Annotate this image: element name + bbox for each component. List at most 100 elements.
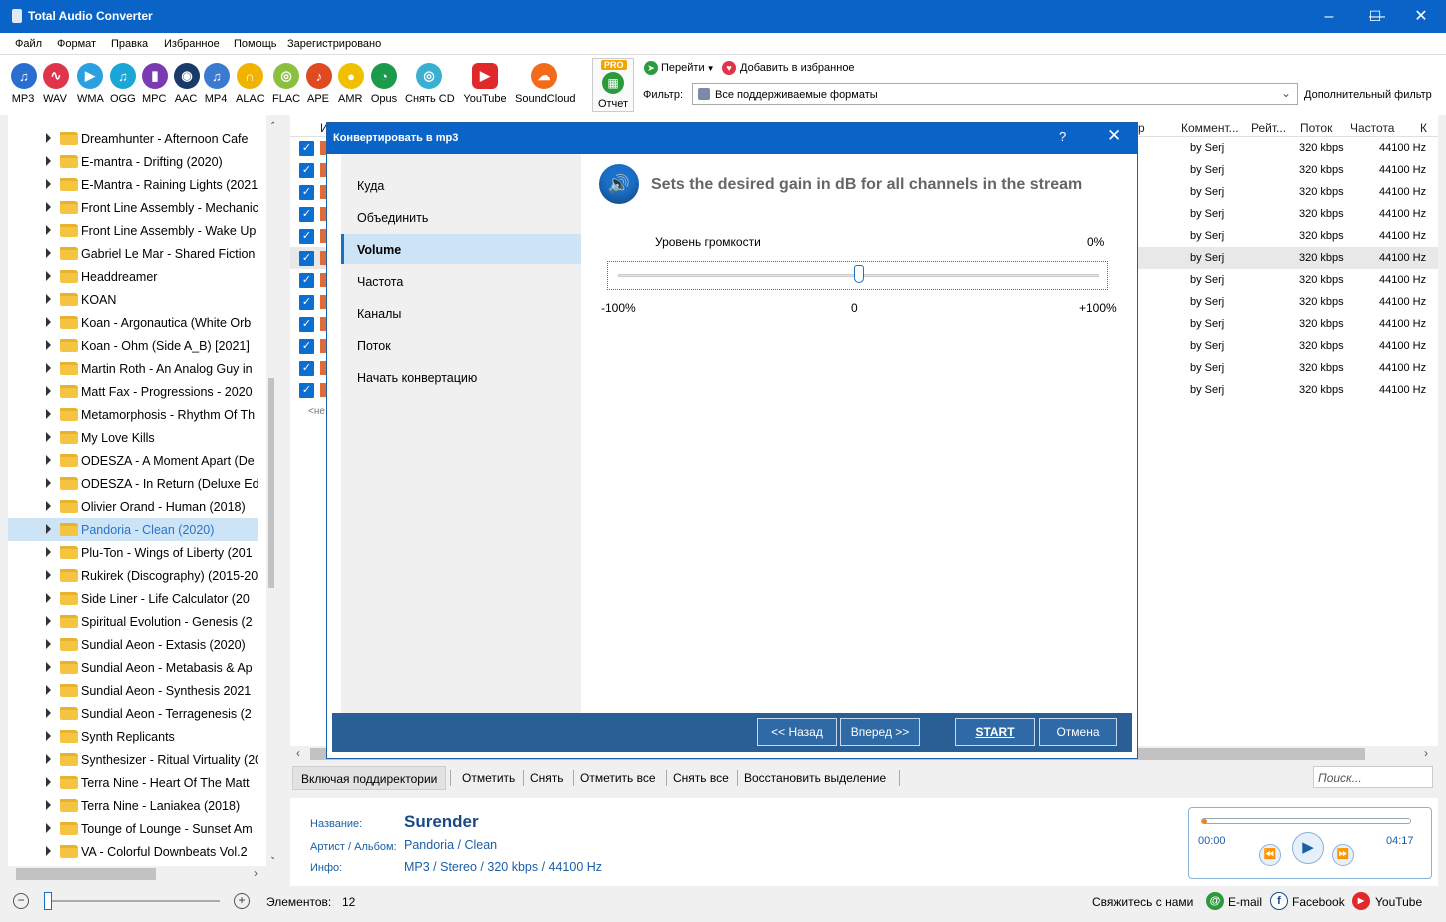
expand-arrow-icon[interactable] — [46, 662, 51, 672]
nav-volume[interactable]: Volume — [341, 234, 581, 264]
tree-item[interactable]: Tounge of Lounge - Sunset Am — [8, 817, 258, 840]
file-checkbox[interactable]: ✓ — [299, 251, 314, 266]
tree-item[interactable]: Front Line Assembly - Wake Up — [8, 219, 258, 242]
scroll-right-icon[interactable]: › — [254, 866, 258, 880]
scroll-up-icon[interactable]: ⌃ — [269, 121, 274, 132]
col-p[interactable]: р — [1138, 121, 1145, 135]
menu-file[interactable]: Файл — [15, 38, 42, 50]
expand-arrow-icon[interactable] — [46, 547, 51, 557]
expand-arrow-icon[interactable] — [46, 248, 51, 258]
nav-combine[interactable]: Объединить — [341, 202, 581, 232]
format-button-4[interactable]: ▮ MPC — [142, 63, 168, 105]
tree-item[interactable]: Pandoria - Clean (2020) — [8, 518, 258, 541]
close-window-button[interactable]: ✕ — [1398, 0, 1444, 33]
add-favorite-button[interactable]: ♥ Добавить в избранное — [722, 61, 855, 75]
tree-item[interactable]: Synthesizer - Ritual Virtuality (20 — [8, 748, 258, 771]
play-button[interactable]: ▶ — [1292, 832, 1324, 864]
email-icon[interactable]: @ — [1206, 892, 1224, 910]
tree-item[interactable]: Koan - Ohm (Side A_B) [2021] — [8, 334, 258, 357]
menu-help[interactable]: Помощь — [234, 38, 277, 50]
search-input[interactable]: Поиск... — [1313, 766, 1433, 788]
col-bitrate[interactable]: Поток — [1300, 121, 1332, 135]
expand-arrow-icon[interactable] — [46, 179, 51, 189]
file-checkbox[interactable]: ✓ — [299, 229, 314, 244]
tree-vertical-scrollbar[interactable]: ⌃ ⌄ — [266, 115, 274, 866]
seek-position[interactable] — [1202, 819, 1207, 824]
tree-item[interactable]: Terra Nine - Heart Of The Matt — [8, 771, 258, 794]
expand-arrow-icon[interactable] — [46, 777, 51, 787]
scroll-left-icon[interactable]: ‹ — [296, 746, 300, 760]
tree-item[interactable]: Terra Nine - Laniakea (2018) — [8, 794, 258, 817]
format-button-11[interactable]: ◔ Opus — [370, 63, 398, 105]
file-checkbox[interactable]: ✓ — [299, 185, 314, 200]
goto-button[interactable]: ➤ Перейти ▼ — [644, 61, 715, 75]
file-checkbox[interactable]: ✓ — [299, 295, 314, 310]
file-checkbox[interactable]: ✓ — [299, 383, 314, 398]
filter-select[interactable]: Все поддерживаемые форматы ⌄ — [692, 83, 1298, 105]
tree-item[interactable]: Headdreamer — [8, 265, 258, 288]
file-checkbox[interactable]: ✓ — [299, 141, 314, 156]
format-button-13[interactable]: ▶ YouTube — [462, 63, 508, 105]
folder-tree[interactable]: Dreamhunter - Afternoon Cafe E-mantra - D… — [8, 115, 274, 866]
zoom-slider-thumb[interactable] — [44, 892, 52, 910]
nav-start-conversion[interactable]: Начать конвертацию — [341, 362, 581, 392]
tree-item[interactable]: Gabriel Le Mar - Shared Fiction — [8, 242, 258, 265]
expand-arrow-icon[interactable] — [46, 156, 51, 166]
format-button-9[interactable]: ♪ APE — [306, 63, 332, 105]
col-comment[interactable]: Коммент... — [1181, 121, 1239, 135]
check-all-button[interactable]: Отметить все — [580, 766, 656, 790]
expand-arrow-icon[interactable] — [46, 478, 51, 488]
tree-item[interactable]: Side Liner - Life Calculator (20 — [8, 587, 258, 610]
cancel-button[interactable]: Отмена — [1039, 718, 1117, 746]
next-button[interactable]: Вперед >> — [840, 718, 920, 746]
expand-arrow-icon[interactable] — [46, 455, 51, 465]
advanced-filter-link[interactable]: Дополнительный фильтр — [1304, 89, 1432, 101]
format-button-7[interactable]: ∩ ALAC — [236, 63, 265, 105]
check-button[interactable]: Отметить — [462, 766, 515, 790]
youtube-link[interactable]: YouTube — [1375, 895, 1422, 909]
format-button-1[interactable]: ∿ WAV — [43, 63, 69, 105]
tree-item[interactable]: ODESZA - In Return (Deluxe Ed — [8, 472, 258, 495]
expand-arrow-icon[interactable] — [46, 731, 51, 741]
tree-item[interactable]: Dreamhunter - Afternoon Cafe — [8, 127, 258, 150]
expand-arrow-icon[interactable] — [46, 593, 51, 603]
expand-arrow-icon[interactable] — [46, 524, 51, 534]
tree-item[interactable]: E-mantra - Drifting (2020) — [8, 150, 258, 173]
tree-item[interactable]: Sundial Aeon - Terragenesis (2 — [8, 702, 258, 725]
tree-item[interactable]: Olivier Orand - Human (2018) — [8, 495, 258, 518]
restore-selection-button[interactable]: Восстановить выделение — [744, 766, 886, 790]
menu-favorites[interactable]: Избранное — [164, 38, 220, 50]
expand-arrow-icon[interactable] — [46, 271, 51, 281]
tree-item[interactable]: Sundial Aeon - Synthesis 2021 — [8, 679, 258, 702]
tree-item[interactable]: Plu-Ton - Wings of Liberty (201 — [8, 541, 258, 564]
format-button-10[interactable]: ● AMR — [338, 63, 364, 105]
expand-arrow-icon[interactable] — [46, 386, 51, 396]
format-button-3[interactable]: ♫ OGG — [110, 63, 136, 105]
menu-registered[interactable]: Зарегистрировано — [287, 38, 381, 50]
tree-item[interactable]: Sundial Aeon - Metabasis & Ap — [8, 656, 258, 679]
tree-hscroll-thumb[interactable] — [16, 868, 156, 880]
volume-slider[interactable] — [607, 261, 1108, 290]
format-button-2[interactable]: ▶ WMA — [77, 63, 104, 105]
zoom-in-icon[interactable]: + — [234, 893, 250, 909]
file-checkbox[interactable]: ✓ — [299, 163, 314, 178]
tree-item[interactable]: Martin Roth - An Analog Guy in — [8, 357, 258, 380]
expand-arrow-icon[interactable] — [46, 202, 51, 212]
expand-arrow-icon[interactable] — [46, 616, 51, 626]
expand-arrow-icon[interactable] — [46, 432, 51, 442]
zoom-slider-track[interactable] — [45, 900, 220, 902]
expand-arrow-icon[interactable] — [46, 639, 51, 649]
tree-item[interactable]: Matt Fax - Progressions - 2020 — [8, 380, 258, 403]
minimize-window-button[interactable]: – — [1306, 0, 1352, 33]
report-button[interactable]: PRO ▦ Отчет — [592, 58, 634, 112]
menu-format[interactable]: Формат — [57, 38, 96, 50]
tree-item[interactable]: Front Line Assembly - Mechanic — [8, 196, 258, 219]
tree-item[interactable]: ODESZA - A Moment Apart (De — [8, 449, 258, 472]
tree-item[interactable]: VA - Colorful Downbeats Vol.2 — [8, 840, 258, 863]
format-button-14[interactable]: ☁ SoundCloud — [515, 63, 576, 105]
maximize-button[interactable]: ☐ — [1352, 0, 1398, 33]
include-subdirs-toggle[interactable]: Включая поддиректории — [292, 766, 447, 790]
start-button[interactable]: START — [955, 718, 1035, 746]
expand-arrow-icon[interactable] — [46, 133, 51, 143]
expand-arrow-icon[interactable] — [46, 501, 51, 511]
